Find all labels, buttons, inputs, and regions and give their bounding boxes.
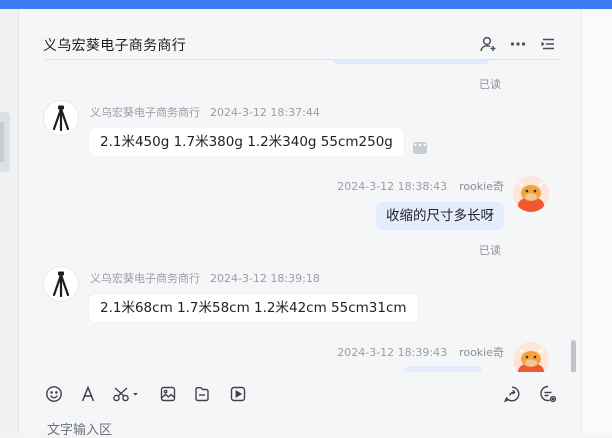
scissors-icon[interactable]	[112, 383, 142, 405]
more-icon[interactable]	[507, 33, 529, 55]
avatar-self[interactable]	[513, 342, 549, 372]
message-bubble-outgoing-partial[interactable]	[404, 366, 482, 372]
sender-name: 义乌宏葵电子商务商行	[90, 106, 200, 119]
message-list[interactable]: 已读 义乌宏葵电子商务商行 2024-3-12 18:37:44 2.1米450g…	[19, 60, 581, 372]
message-time: 2024-3-12 18:39:43	[337, 346, 448, 359]
font-icon[interactable]	[77, 383, 99, 405]
message-input[interactable]: 文字输入区	[47, 419, 112, 438]
message-bubble-outgoing[interactable]: 收缩的尺寸多长呀	[376, 202, 504, 230]
message-bubble-incoming[interactable]: 2.1米450g 1.7米380g 1.2米340g 55cm250g	[89, 128, 404, 156]
quick-reply-icon[interactable]	[501, 383, 523, 405]
read-receipt: 已读	[479, 244, 501, 257]
chat-header: 义乌宏葵电子商务商行	[19, 9, 581, 59]
avatar-self[interactable]	[513, 176, 549, 212]
message-time: 2024-3-12 18:37:44	[210, 106, 320, 119]
message-meta-outgoing: 2024-3-12 18:38:43 rookie奇	[319, 178, 504, 194]
conversation-list-scroll-indicator	[0, 122, 4, 162]
emoji-icon[interactable]	[43, 383, 65, 405]
message-bubble-outgoing-partial[interactable]	[332, 60, 490, 64]
video-icon[interactable]	[227, 383, 249, 405]
message-more-icon[interactable]: •••	[413, 142, 427, 154]
add-user-icon[interactable]	[477, 33, 499, 55]
conversation-list-edge	[0, 9, 19, 433]
image-icon[interactable]	[157, 383, 179, 405]
message-meta: 义乌宏葵电子商务商行 2024-3-12 18:39:18	[90, 270, 320, 286]
message-time: 2024-3-12 18:39:18	[210, 272, 320, 285]
message-bubble-incoming[interactable]: 2.1米68cm 1.7米58cm 1.2米42cm 55cm31cm	[89, 294, 418, 322]
sender-name: rookie奇	[459, 180, 504, 193]
file-icon[interactable]	[191, 383, 213, 405]
message-meta: 义乌宏葵电子商务商行 2024-3-12 18:37:44	[90, 104, 320, 120]
top-accent-bar	[0, 0, 612, 9]
message-time: 2024-3-12 18:38:43	[337, 180, 448, 193]
read-receipt: 已读	[479, 78, 501, 91]
chat-window: 义乌宏葵电子商务商行 已读 义乌宏葵电子商务商行 2024-3-12 18:37…	[19, 9, 581, 438]
message-scrollbar[interactable]	[571, 340, 576, 372]
avatar-seller[interactable]	[43, 100, 79, 136]
sender-name: rookie奇	[459, 346, 504, 359]
input-toolbar	[19, 379, 581, 409]
message-meta-outgoing: 2024-3-12 18:39:43 rookie奇	[319, 344, 504, 360]
menu-list-icon[interactable]	[537, 33, 559, 55]
chat-title: 义乌宏葵电子商务商行	[43, 38, 186, 54]
chat-settings-icon[interactable]	[537, 383, 559, 405]
avatar-seller[interactable]	[43, 266, 79, 302]
side-panel-edge	[581, 9, 612, 433]
sender-name: 义乌宏葵电子商务商行	[90, 272, 200, 285]
